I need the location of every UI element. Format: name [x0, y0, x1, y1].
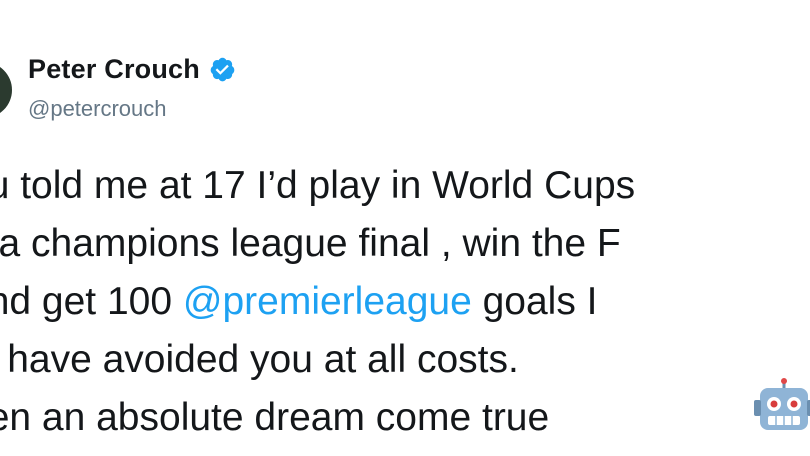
tweet-card: Peter Crouch @petercrouch ou told me at …: [0, 0, 810, 456]
author-avatar[interactable]: [0, 62, 12, 118]
tweet-line: ou told me at 17 I’d play in World Cups: [0, 157, 635, 215]
tweet-line-text: ou told me at 17 I’d play in World Cups: [0, 164, 636, 207]
tweet-line-text: o a champions league final , win the F: [0, 222, 621, 265]
tweet-line: ld have avoided you at all costs.: [0, 331, 635, 389]
verified-badge-icon: [209, 56, 236, 83]
tweet-line: o a champions league final , win the F: [0, 215, 635, 273]
tweet-line: een an absolute dream come true: [0, 389, 635, 447]
tweet-line-text: and get 100: [0, 280, 173, 323]
tweet-text: ou told me at 17 I’d play in World Cups …: [0, 157, 635, 447]
tweet-line-text: goals I: [471, 280, 598, 323]
tweet-line-text: ld have avoided you at all costs.: [0, 338, 519, 381]
tweet-line: and get 100 @premierleague goals I: [0, 273, 635, 331]
mention-link[interactable]: @premierleague: [183, 280, 472, 323]
tweet-line-text: een an absolute dream come true: [0, 396, 550, 439]
author-name-row: Peter Crouch: [28, 54, 236, 85]
author-display-name[interactable]: Peter Crouch: [28, 54, 200, 85]
author-handle[interactable]: @petercrouch: [28, 96, 167, 122]
robot-face-emoji-icon: [752, 378, 810, 436]
